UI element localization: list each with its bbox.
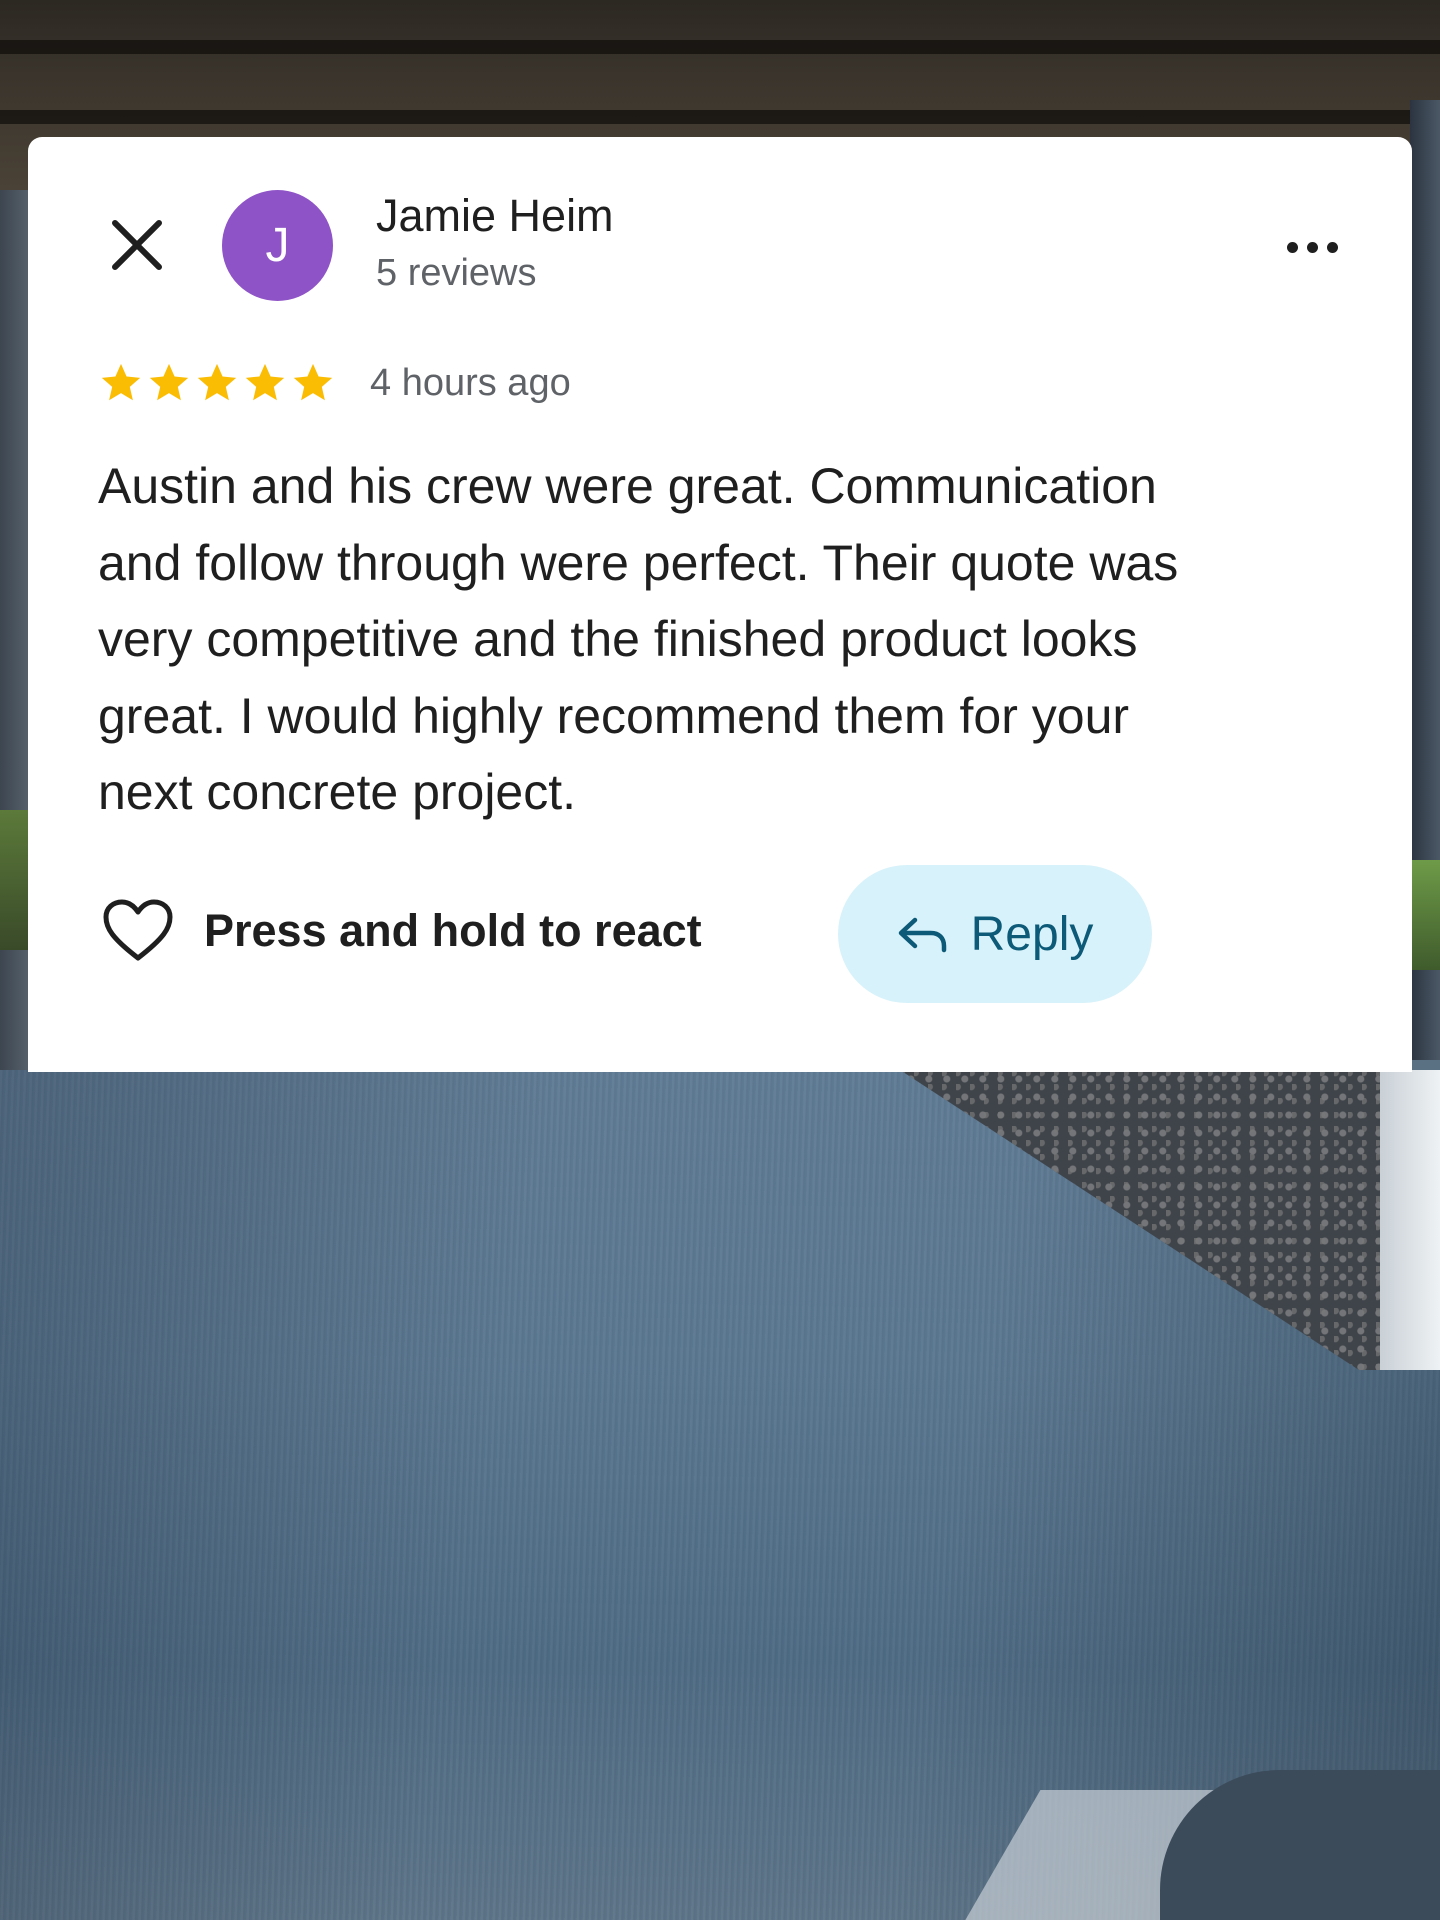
heart-outline-icon [103,899,173,961]
close-icon [112,220,162,270]
more-horizontal-icon [1326,241,1338,253]
star-icon [293,363,333,401]
star-icon [245,363,285,401]
star-icon [101,363,141,401]
close-button[interactable] [106,214,168,276]
support-post [1380,1070,1440,1370]
reply-label: Reply [970,907,1094,961]
reviewer-name[interactable]: Jamie Heim [376,190,614,242]
react-button[interactable]: Press and hold to react [102,898,702,964]
left-grass [0,810,30,950]
review-count: 5 reviews [376,252,537,294]
avatar[interactable]: J [222,190,333,301]
right-grass [1410,860,1440,970]
ceiling-joist [0,40,1440,54]
reply-arrow-icon [898,917,946,953]
reply-button[interactable]: Reply [838,865,1152,1003]
star-rating [98,360,336,406]
react-label: Press and hold to react [204,905,702,956]
more-options-button[interactable] [1272,222,1352,272]
star-icon [197,363,237,401]
review-timestamp: 4 hours ago [370,362,571,404]
background-photo: J Jamie Heim 5 reviews 4 hours ago Austi… [0,0,1440,1920]
star-icon [149,363,189,401]
more-horizontal-icon [1286,241,1298,253]
ceiling-joist [0,110,1440,124]
avatar-initial: J [265,219,290,272]
review-text: Austin and his crew were great. Communic… [98,458,1179,820]
more-horizontal-icon [1306,241,1318,253]
